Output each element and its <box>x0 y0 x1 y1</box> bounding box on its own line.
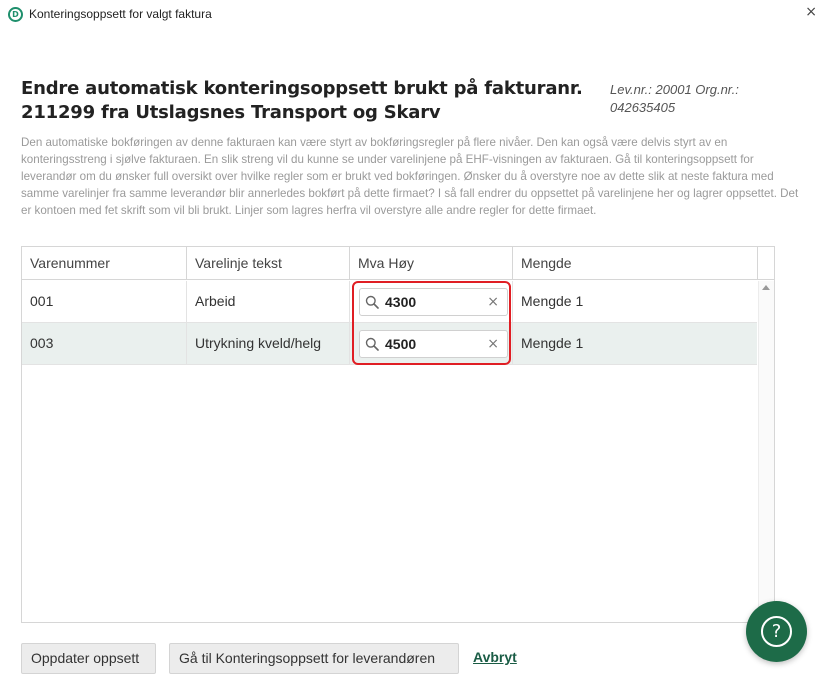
cancel-link[interactable]: Avbryt <box>473 649 517 665</box>
vertical-scrollbar[interactable] <box>758 281 774 622</box>
supplier-ids: Lev.nr.: 20001 Org.nr.: 042635405 <box>610 81 770 117</box>
window-title: Konteringsoppsett for valgt faktura <box>29 7 212 21</box>
goto-supplier-setup-button[interactable]: Gå til Konteringsoppsett for leverandøre… <box>169 643 459 674</box>
column-header-spacer <box>758 247 774 280</box>
supplier-ids-line1: Lev.nr.: 20001 Org.nr.: <box>610 82 739 97</box>
window-close-icon[interactable]: × <box>805 4 817 20</box>
column-header-varelinje-tekst[interactable]: Varelinje tekst <box>187 247 350 280</box>
column-header-mva-hoy[interactable]: Mva Høy <box>350 247 513 280</box>
supplier-ids-line2: 042635405 <box>610 100 676 115</box>
cell-varelinje-tekst: Arbeid <box>187 281 350 322</box>
title-bar: D Konteringsoppsett for valgt faktura × <box>0 0 825 30</box>
help-icon: ? <box>761 616 792 647</box>
cell-mengde: Mengde 1 <box>521 293 584 309</box>
column-header-varenummer[interactable]: Varenummer <box>22 247 187 280</box>
cell-mengde: Mengde 1 <box>521 335 584 351</box>
page-title: Endre automatisk konteringsoppsett brukt… <box>21 78 583 123</box>
cell-varelinje-tekst: Utrykning kveld/helg <box>187 323 350 364</box>
highlight-annotation <box>352 281 511 365</box>
app-logo-icon: D <box>8 7 23 22</box>
column-header-mengde[interactable]: Mengde <box>513 247 758 280</box>
help-button[interactable]: ? <box>746 601 807 662</box>
table-header: Varenummer Varelinje tekst Mva Høy Mengd… <box>22 247 774 280</box>
description-text: Den automatiske bokføringen av denne fak… <box>21 136 799 217</box>
update-setup-button[interactable]: Oppdater oppsett <box>21 643 156 674</box>
scroll-up-arrow-icon[interactable] <box>762 285 770 290</box>
cell-varenummer: 003 <box>22 323 187 364</box>
cell-varenummer: 001 <box>22 281 187 322</box>
